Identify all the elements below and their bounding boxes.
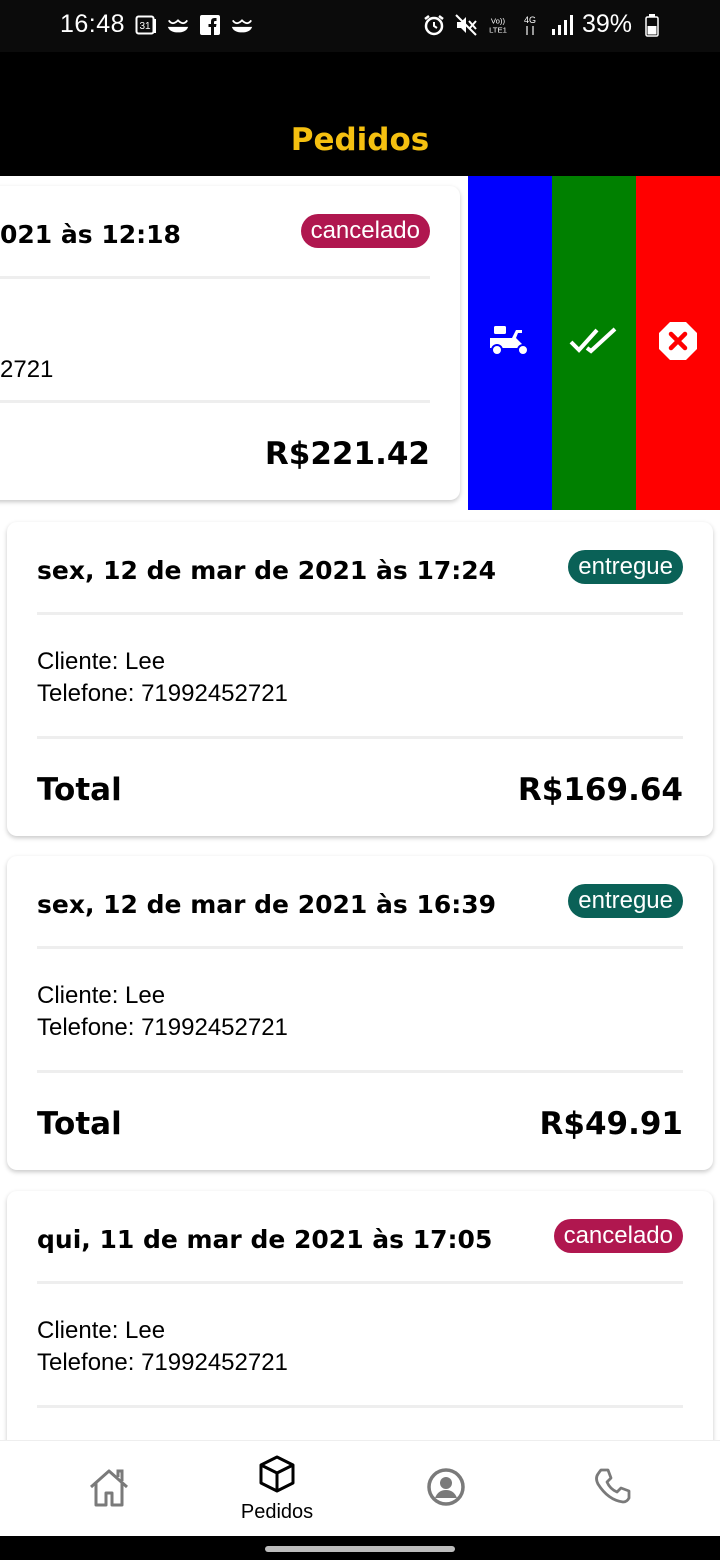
calendar-day: 31	[139, 21, 151, 32]
status-bar: 16:48 31 Vo)) LTE1 4G 39%	[0, 0, 720, 52]
swipe-actions	[468, 176, 720, 510]
order-total-value: R$221.42	[264, 436, 430, 472]
cancel-icon	[658, 321, 698, 366]
order-client: Cliente: Lee	[37, 648, 166, 675]
gesture-bar	[0, 1536, 720, 1560]
deliver-action-button[interactable]	[468, 176, 552, 510]
confirm-delivery-action-button[interactable]	[552, 176, 636, 510]
svg-text:LTE1: LTE1	[489, 25, 507, 34]
facebook-icon	[198, 13, 222, 37]
divider	[37, 1405, 683, 1408]
order-client: Cliente: Lee	[37, 982, 166, 1009]
order-card[interactable]: 021 às 12:18 cancelado 2721 R$221.42	[0, 186, 460, 500]
divider	[37, 612, 683, 615]
battery-percent: 39%	[581, 10, 632, 38]
status-badge: entregue	[568, 550, 683, 584]
status-badge: cancelado	[553, 1219, 683, 1253]
app-header: Pedidos	[0, 52, 720, 176]
order-total-label: Total	[37, 772, 122, 808]
app-notification-icon	[166, 13, 190, 37]
order-date: qui, 11 de mar de 2021 às 17:05	[37, 1225, 493, 1254]
status-badge: cancelado	[300, 214, 430, 248]
divider	[37, 1070, 683, 1073]
calendar-icon: 31	[134, 13, 158, 37]
order-card[interactable]: qui, 11 de mar de 2021 às 17:05 cancelad…	[7, 1191, 713, 1440]
divider	[37, 946, 683, 949]
volte-icon: Vo)) LTE1	[486, 13, 510, 37]
home-icon	[87, 1465, 131, 1514]
network-4g-icon: 4G	[518, 13, 542, 37]
order-client: Cliente: Lee	[37, 1317, 166, 1344]
home-gesture-handle[interactable]	[265, 1546, 455, 1552]
order-phone: Telefone: 71992452721	[37, 1349, 288, 1376]
alarm-icon	[422, 13, 446, 37]
order-list[interactable]: 021 às 12:18 cancelado 2721 R$221.42 sex…	[0, 176, 720, 1440]
order-phone: Telefone: 71992452721	[37, 1014, 288, 1041]
status-time: 16:48	[60, 10, 126, 38]
divider	[37, 736, 683, 739]
divider	[0, 276, 430, 279]
signal-icon	[550, 13, 574, 37]
status-notification-icons: 31	[134, 13, 254, 37]
order-total-value: R$49.91	[539, 1106, 684, 1142]
page-title: Pedidos	[290, 122, 430, 158]
swiped-order-row[interactable]: 021 às 12:18 cancelado 2721 R$221.42	[0, 176, 720, 510]
status-badge: entregue	[568, 884, 683, 918]
box-icon	[257, 1454, 297, 1499]
order-total-label: Total	[37, 1106, 122, 1142]
mute-icon	[454, 13, 478, 37]
divider	[0, 400, 430, 403]
phone-icon	[592, 1466, 634, 1513]
nav-phone[interactable]	[553, 1441, 673, 1537]
status-system-icons: Vo)) LTE1 4G 39%	[422, 10, 664, 39]
double-check-icon	[569, 326, 619, 361]
order-date: 021 às 12:18	[0, 220, 181, 249]
nav-account[interactable]	[386, 1441, 506, 1537]
order-phone: 2721	[0, 356, 54, 383]
app-notification-icon-2	[230, 13, 254, 37]
nav-label: Pedidos	[240, 1501, 314, 1523]
order-date: sex, 12 de mar de 2021 às 17:24	[37, 556, 497, 585]
nav-pedidos[interactable]: Pedidos	[217, 1441, 337, 1537]
divider	[37, 1281, 683, 1284]
order-phone: Telefone: 71992452721	[37, 680, 288, 707]
bottom-navigation: Pedidos	[0, 1440, 720, 1536]
nav-home[interactable]	[49, 1441, 169, 1537]
order-card[interactable]: sex, 12 de mar de 2021 às 17:24 entregue…	[7, 522, 713, 836]
cancel-order-action-button[interactable]	[636, 176, 720, 510]
delivery-scooter-icon	[488, 324, 532, 363]
order-date: sex, 12 de mar de 2021 às 16:39	[37, 890, 497, 919]
svg-text:4G: 4G	[524, 15, 536, 25]
battery-icon	[640, 13, 664, 37]
order-total-value: R$169.64	[517, 772, 683, 808]
svg-text:Vo)): Vo))	[491, 16, 506, 25]
order-card[interactable]: sex, 12 de mar de 2021 às 16:39 entregue…	[7, 856, 713, 1170]
account-icon	[426, 1467, 466, 1512]
